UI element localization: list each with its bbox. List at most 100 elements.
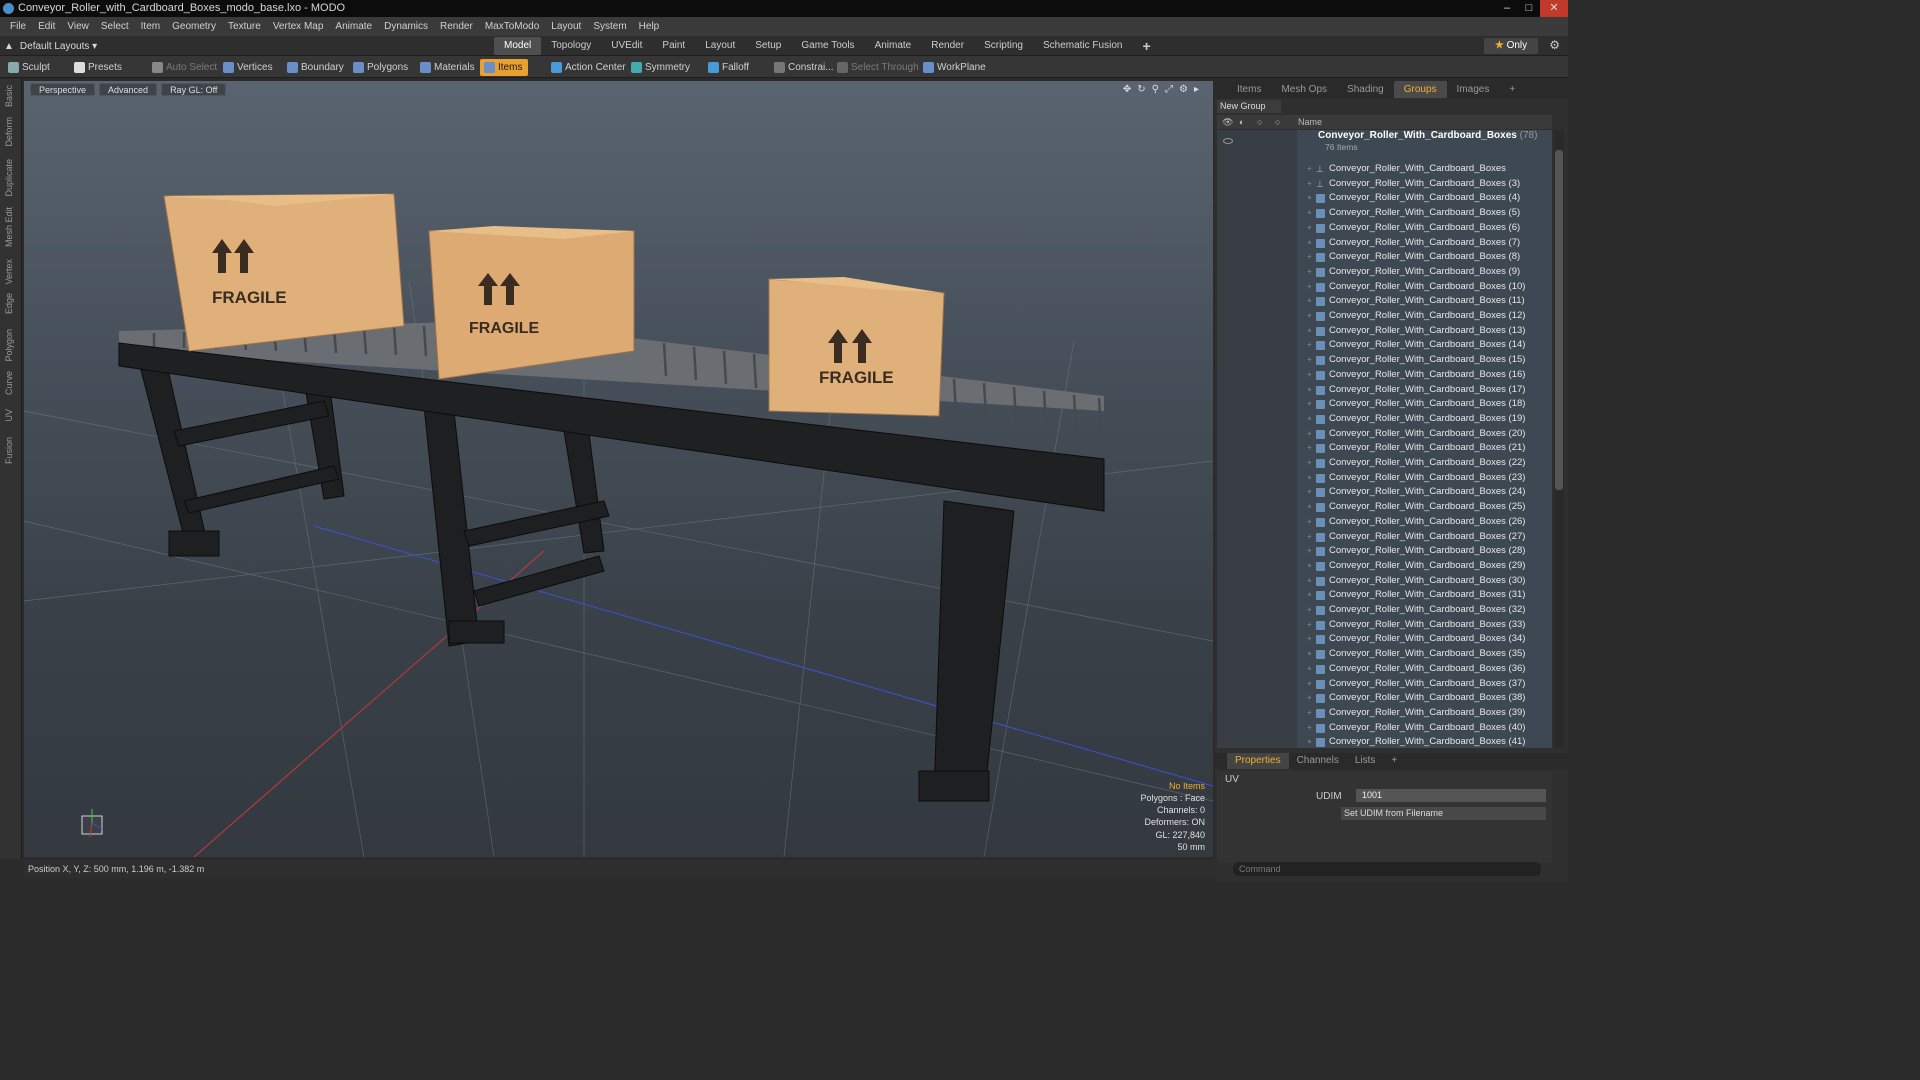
gear-icon[interactable]: ⚙ xyxy=(1549,38,1560,52)
expand-arrow-icon[interactable]: + xyxy=(1307,280,1312,295)
layout-tab-game-tools[interactable]: Game Tools xyxy=(791,37,864,55)
tool-polygons-button[interactable]: Polygons xyxy=(349,59,414,76)
expand-arrow-icon[interactable]: + xyxy=(1307,221,1312,236)
list-item[interactable]: + Conveyor_Roller_With_Cardboard_Boxes (5… xyxy=(1217,206,1552,221)
list-item[interactable]: + Conveyor_Roller_With_Cardboard_Boxes (8… xyxy=(1217,250,1552,265)
zoom-icon[interactable]: ⚲ xyxy=(1152,84,1159,95)
expand-arrow-icon[interactable]: + xyxy=(1307,162,1312,177)
name-column-header[interactable]: Name xyxy=(1298,115,1322,129)
group-row[interactable]: Conveyor_Roller_With_Cardboard_Boxes (78… xyxy=(1217,130,1552,160)
menu-layout[interactable]: Layout xyxy=(545,21,587,32)
groups-list[interactable]: Conveyor_Roller_With_Cardboard_Boxes (78… xyxy=(1217,130,1552,748)
menu-dynamics[interactable]: Dynamics xyxy=(378,21,434,32)
expand-arrow-icon[interactable]: + xyxy=(1307,427,1312,442)
layout-tab-animate[interactable]: Animate xyxy=(865,37,922,55)
expand-arrow-icon[interactable]: + xyxy=(1307,618,1312,633)
tool-action-center-button[interactable]: Action Center xyxy=(547,59,632,76)
tool-symmetry-button[interactable]: Symmetry xyxy=(627,59,696,76)
list-item[interactable]: + Conveyor_Roller_With_Cardboard_Boxes (7… xyxy=(1217,236,1552,251)
list-item[interactable]: + Conveyor_Roller_With_Cardboard_Boxes (3… xyxy=(1217,618,1552,633)
list-item[interactable]: + Conveyor_Roller_With_Cardboard_Boxes (2… xyxy=(1217,485,1552,500)
expand-arrow-icon[interactable]: + xyxy=(1307,471,1312,486)
command-input[interactable]: Command xyxy=(1233,862,1541,876)
tool-falloff-button[interactable]: Falloff xyxy=(704,59,755,76)
left-tab-deform[interactable]: Deform xyxy=(4,117,14,147)
list-item[interactable]: + Conveyor_Roller_With_Cardboard_Boxes (2… xyxy=(1217,441,1552,456)
props-tab-channels[interactable]: Channels xyxy=(1289,753,1347,769)
list-item[interactable]: + Conveyor_Roller_With_Cardboard_Boxes (3… xyxy=(1217,574,1552,589)
menu-file[interactable]: File xyxy=(4,21,32,32)
list-item[interactable]: + Conveyor_Roller_With_Cardboard_Boxes (3… xyxy=(1217,677,1552,692)
panel-tab-shading[interactable]: Shading xyxy=(1337,81,1394,98)
expand-arrow-icon[interactable]: + xyxy=(1307,412,1312,427)
lock-column-icon[interactable]: ○ xyxy=(1257,115,1262,129)
layout-tab-topology[interactable]: Topology xyxy=(541,37,601,55)
list-item[interactable]: + Conveyor_Roller_With_Cardboard_Boxes (2… xyxy=(1217,500,1552,515)
list-item[interactable]: + Conveyor_Roller_With_Cardboard_Boxes (4… xyxy=(1217,191,1552,206)
menu-render[interactable]: Render xyxy=(434,21,479,32)
tool-auto-select-button[interactable]: Auto Select xyxy=(148,59,223,76)
list-item[interactable]: + Conveyor_Roller_With_Cardboard_Boxes (1… xyxy=(1217,338,1552,353)
list-item[interactable]: + Conveyor_Roller_With_Cardboard_Boxes (3… xyxy=(1217,632,1552,647)
expand-arrow-icon[interactable]: + xyxy=(1307,721,1312,736)
list-item[interactable]: + Conveyor_Roller_With_Cardboard_Boxes (1… xyxy=(1217,324,1552,339)
expand-arrow-icon[interactable]: + xyxy=(1307,309,1312,324)
expand-arrow-icon[interactable]: + xyxy=(1307,324,1312,339)
expand-arrow-icon[interactable]: + xyxy=(1307,353,1312,368)
expand-arrow-icon[interactable]: + xyxy=(1307,294,1312,309)
expand-arrow-icon[interactable]: + xyxy=(1307,735,1312,748)
list-item[interactable]: + Conveyor_Roller_With_Cardboard_Boxes (1… xyxy=(1217,412,1552,427)
layout-tab-layout[interactable]: Layout xyxy=(695,37,745,55)
list-item[interactable]: + Conveyor_Roller_With_Cardboard_Boxes (2… xyxy=(1217,515,1552,530)
tool-items-button[interactable]: Items xyxy=(480,59,529,76)
expand-arrow-icon[interactable]: + xyxy=(1307,397,1312,412)
only-button[interactable]: ★ Only xyxy=(1484,38,1538,54)
list-item[interactable]: + Conveyor_Roller_With_Cardboard_Boxes (2… xyxy=(1217,427,1552,442)
list-item[interactable]: + Conveyor_Roller_With_Cardboard_Boxes (1… xyxy=(1217,383,1552,398)
props-tab-plus[interactable]: + xyxy=(1383,753,1405,769)
list-item[interactable]: + Conveyor_Roller_With_Cardboard_Boxes (1… xyxy=(1217,397,1552,412)
expand-arrow-icon[interactable]: + xyxy=(1307,206,1312,221)
expand-arrow-icon[interactable]: + xyxy=(1307,677,1312,692)
list-item[interactable]: + Conveyor_Roller_With_Cardboard_Boxes (3… xyxy=(1217,691,1552,706)
expand-arrow-icon[interactable]: + xyxy=(1307,368,1312,383)
expand-arrow-icon[interactable]: + xyxy=(1307,647,1312,662)
menu-item[interactable]: Item xyxy=(135,21,166,32)
layout-selector[interactable]: ▲ Default Layouts ▾ xyxy=(4,38,97,54)
expand-arrow-icon[interactable]: + xyxy=(1307,500,1312,515)
expand-arrow-icon[interactable]: + xyxy=(1307,515,1312,530)
list-item[interactable]: + Conveyor_Roller_With_Cardboard_Boxes (1… xyxy=(1217,353,1552,368)
props-tab-properties[interactable]: Properties xyxy=(1227,753,1289,769)
menu-maxtomodo[interactable]: MaxToModo xyxy=(479,21,545,32)
left-tab-edge[interactable]: Edge xyxy=(4,293,14,314)
tool-select-through-button[interactable]: Select Through xyxy=(833,59,925,76)
props-tab-lists[interactable]: Lists xyxy=(1347,753,1384,769)
visibility-column-icon[interactable]: 👁 xyxy=(1222,115,1233,129)
layout-tab-setup[interactable]: Setup xyxy=(745,37,791,55)
expand-arrow-icon[interactable]: + xyxy=(1307,485,1312,500)
left-tab-fusion[interactable]: Fusion xyxy=(4,437,14,464)
list-item[interactable]: + Conveyor_Roller_With_Cardboard_Boxes (1… xyxy=(1217,368,1552,383)
list-item[interactable]: + Conveyor_Roller_With_Cardboard_Boxes (3… xyxy=(1217,647,1552,662)
expand-arrow-icon[interactable]: + xyxy=(1307,632,1312,647)
list-item[interactable]: + Conveyor_Roller_With_Cardboard_Boxes (1… xyxy=(1217,280,1552,295)
menu-view[interactable]: View xyxy=(61,21,95,32)
render-column-icon[interactable]: ◐ xyxy=(1239,115,1244,129)
list-item[interactable]: + Conveyor_Roller_With_Cardboard_Boxes (2… xyxy=(1217,530,1552,545)
list-item[interactable]: + ⊥ Conveyor_Roller_With_Cardboard_Boxes (… xyxy=(1217,177,1552,192)
3d-viewport[interactable]: FRAGILE FRAGILE FRAGILE Perspective Advan… xyxy=(24,81,1213,857)
viewport-perspective-button[interactable]: Perspective xyxy=(30,83,96,96)
left-tab-mesh-edit[interactable]: Mesh Edit xyxy=(4,207,14,247)
menu-edit[interactable]: Edit xyxy=(32,21,61,32)
minimize-icon[interactable]: – xyxy=(1496,0,1518,17)
udim-field[interactable]: 1001 xyxy=(1356,789,1546,802)
set-udim-button[interactable]: Set UDIM from Filename xyxy=(1341,807,1546,820)
expand-arrow-icon[interactable]: + xyxy=(1307,574,1312,589)
expand-arrow-icon[interactable]: + xyxy=(1307,544,1312,559)
scroll-thumb[interactable] xyxy=(1555,150,1563,490)
layout-tab-render[interactable]: Render xyxy=(921,37,974,55)
tool-presets-button[interactable]: Presets xyxy=(70,59,128,76)
expand-arrow-icon[interactable]: + xyxy=(1307,177,1312,192)
list-item[interactable]: + Conveyor_Roller_With_Cardboard_Boxes (3… xyxy=(1217,662,1552,677)
expand-arrow-icon[interactable]: + xyxy=(1307,559,1312,574)
